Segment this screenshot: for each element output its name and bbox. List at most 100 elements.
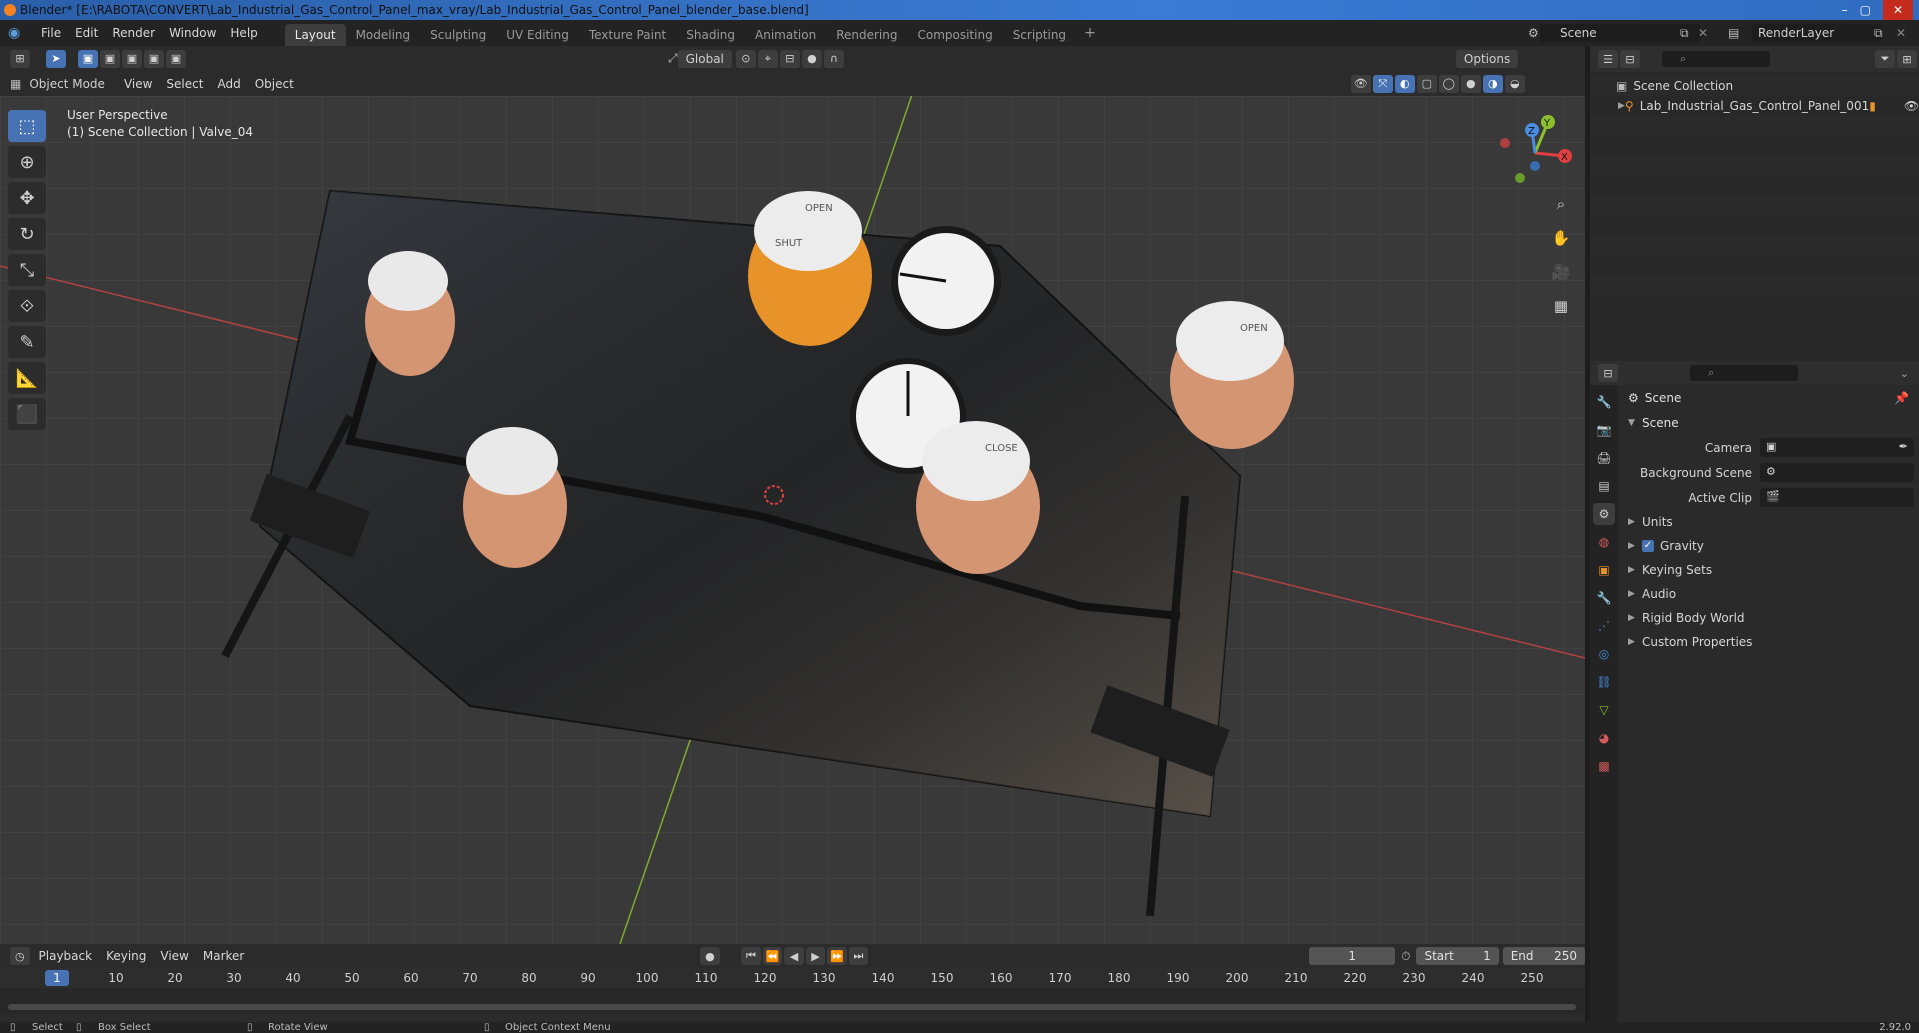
- camera-input[interactable]: ▣ ✒: [1760, 438, 1914, 457]
- snap-target-icon[interactable]: ⊟: [779, 49, 800, 68]
- preview-range-icon[interactable]: ⏱: [1401, 949, 1410, 964]
- proportional-edit-icon[interactable]: ●: [801, 49, 822, 68]
- texture-tab-icon[interactable]: ▩: [1593, 755, 1615, 777]
- menu-window[interactable]: Window: [162, 20, 223, 46]
- mode-dropdown[interactable]: Object Mode: [21, 75, 113, 93]
- minimize-button[interactable]: –: [1842, 0, 1848, 20]
- tab-animation[interactable]: Animation: [745, 24, 826, 46]
- gravity-checkbox[interactable]: ✓: [1642, 540, 1654, 552]
- delete-scene-icon[interactable]: ✕: [1698, 26, 1708, 40]
- timeline-body[interactable]: [0, 988, 1585, 1014]
- custom-properties-section[interactable]: ▶ Custom Properties: [1620, 630, 1919, 654]
- pivot-icon[interactable]: ⊙: [735, 49, 756, 68]
- world-tab-icon[interactable]: ◍: [1593, 531, 1615, 553]
- view-layer-tab-icon[interactable]: ▤: [1593, 475, 1615, 497]
- tab-texture-paint[interactable]: Texture Paint: [579, 24, 676, 46]
- editor-type-icon[interactable]: ⊞: [10, 49, 30, 68]
- rigid-body-world-section[interactable]: ▶ Rigid Body World: [1620, 606, 1919, 630]
- menu-select[interactable]: Select: [159, 71, 210, 97]
- next-keyframe-icon[interactable]: ⏩: [827, 947, 847, 965]
- outliner-editor-type-icon[interactable]: ☰: [1598, 50, 1618, 68]
- scale-tool-icon[interactable]: ⤡: [8, 254, 46, 286]
- active-clip-input[interactable]: 🎬: [1760, 488, 1914, 507]
- move-tool-icon[interactable]: ✥: [8, 182, 46, 214]
- end-frame-field[interactable]: End 250: [1502, 947, 1586, 965]
- start-frame-field[interactable]: Start 1: [1416, 947, 1499, 965]
- tool-tab-icon[interactable]: 🔧: [1593, 391, 1615, 413]
- select-box-icon[interactable]: ⬚: [8, 110, 46, 142]
- visibility-eye-icon[interactable]: 👁: [1904, 99, 1919, 113]
- timeline-ruler[interactable]: 1 10 20 30 40 50 60 70 80 90 100 110 120 130 140 150 160…: [0, 968, 1585, 988]
- wireframe-shading-icon[interactable]: ◯: [1438, 74, 1459, 93]
- particles-tab-icon[interactable]: ⋰: [1593, 615, 1615, 637]
- rotate-tool-icon[interactable]: ↻: [8, 218, 46, 250]
- select-tool-icon[interactable]: ➤: [46, 49, 66, 68]
- new-scene-icon[interactable]: ⧉: [1680, 26, 1689, 41]
- gizmo-toggle-icon[interactable]: ⤧: [1372, 74, 1393, 93]
- close-button[interactable]: ✕: [1882, 0, 1913, 20]
- tab-sculpting[interactable]: Sculpting: [420, 24, 496, 46]
- background-scene-input[interactable]: ⚙: [1760, 463, 1914, 482]
- expand-arrow-icon[interactable]: ▶: [1618, 101, 1625, 111]
- menu-file[interactable]: File: [34, 20, 68, 46]
- prev-keyframe-icon[interactable]: ⏪: [762, 947, 783, 965]
- pan-hand-icon[interactable]: ✋: [1548, 226, 1574, 250]
- measure-tool-icon[interactable]: 📐: [8, 362, 46, 394]
- new-renderlayer-icon[interactable]: ⧉: [1874, 26, 1883, 41]
- menu-add[interactable]: Add: [210, 71, 247, 97]
- menu-timeline-view[interactable]: View: [153, 943, 195, 969]
- visibility-icon[interactable]: 👁: [1350, 74, 1371, 93]
- eyedropper-icon[interactable]: ✒: [1899, 440, 1908, 453]
- output-tab-icon[interactable]: 🖨: [1593, 447, 1615, 469]
- xray-icon[interactable]: ▢: [1416, 74, 1437, 93]
- pin-icon[interactable]: 📌: [1894, 391, 1909, 405]
- tab-scripting[interactable]: Scripting: [1003, 24, 1076, 46]
- options-dropdown[interactable]: Options: [1455, 49, 1519, 68]
- properties-options-icon[interactable]: ⌄: [1900, 367, 1909, 380]
- scene-section-header[interactable]: ▼ Scene: [1620, 411, 1919, 435]
- blender-menu-icon[interactable]: ◉: [8, 25, 28, 41]
- scene-selector[interactable]: Scene: [1540, 24, 1700, 42]
- audio-section[interactable]: ▶ Audio: [1620, 582, 1919, 606]
- tab-uv-editing[interactable]: UV Editing: [496, 24, 579, 46]
- record-icon[interactable]: ●: [700, 947, 720, 965]
- tab-compositing[interactable]: Compositing: [907, 24, 1002, 46]
- play-reverse-icon[interactable]: ◀: [784, 947, 804, 965]
- mode-new-icon[interactable]: ▣: [78, 49, 98, 68]
- menu-edit[interactable]: Edit: [68, 20, 105, 46]
- menu-view[interactable]: View: [117, 71, 159, 97]
- jump-end-icon[interactable]: ⏭: [848, 947, 869, 965]
- gravity-section[interactable]: ▶ ✓ Gravity: [1620, 534, 1919, 558]
- tab-modeling[interactable]: Modeling: [346, 24, 421, 46]
- maximize-button[interactable]: ▢: [1860, 0, 1871, 20]
- add-cube-tool-icon[interactable]: ⬛: [8, 398, 46, 430]
- orientation-dropdown[interactable]: Global: [677, 49, 732, 68]
- overlay-toggle-icon[interactable]: ◐: [1394, 74, 1415, 93]
- snap-icon[interactable]: ⌖: [757, 49, 778, 68]
- menu-playback[interactable]: Playback: [32, 943, 100, 969]
- mode-intersect-icon[interactable]: ▣: [166, 49, 186, 68]
- material-shading-icon[interactable]: ◑: [1482, 74, 1503, 93]
- new-collection-icon[interactable]: ⊞: [1897, 50, 1917, 68]
- mode-extend-icon[interactable]: ▣: [100, 49, 120, 68]
- menu-help[interactable]: Help: [223, 20, 264, 46]
- scene-tab-icon[interactable]: ⚙: [1593, 503, 1615, 525]
- object-tab-icon[interactable]: ▣: [1593, 559, 1615, 581]
- solid-shading-icon[interactable]: ●: [1460, 74, 1481, 93]
- keying-sets-section[interactable]: ▶ Keying Sets: [1620, 558, 1919, 582]
- constraints-tab-icon[interactable]: ⛓: [1593, 671, 1615, 693]
- renderlayer-selector[interactable]: RenderLayer: [1752, 24, 1882, 42]
- rendered-shading-icon[interactable]: ◒: [1504, 74, 1525, 93]
- physics-tab-icon[interactable]: ◎: [1593, 643, 1615, 665]
- material-tab-icon[interactable]: ◕: [1593, 727, 1615, 749]
- properties-editor-type-icon[interactable]: ⊟: [1598, 364, 1618, 382]
- menu-object[interactable]: Object: [248, 71, 301, 97]
- add-workspace-button[interactable]: +: [1076, 25, 1104, 41]
- zoom-icon[interactable]: ⌕: [1548, 192, 1574, 216]
- menu-keying[interactable]: Keying: [99, 943, 153, 969]
- menu-marker[interactable]: Marker: [196, 943, 251, 969]
- render-tab-icon[interactable]: 📷: [1593, 419, 1615, 441]
- outliner-row-scene-collection[interactable]: ▣ Scene Collection: [1590, 76, 1919, 96]
- delete-renderlayer-icon[interactable]: ✕: [1896, 26, 1906, 40]
- mode-invert-icon[interactable]: ▣: [144, 49, 164, 68]
